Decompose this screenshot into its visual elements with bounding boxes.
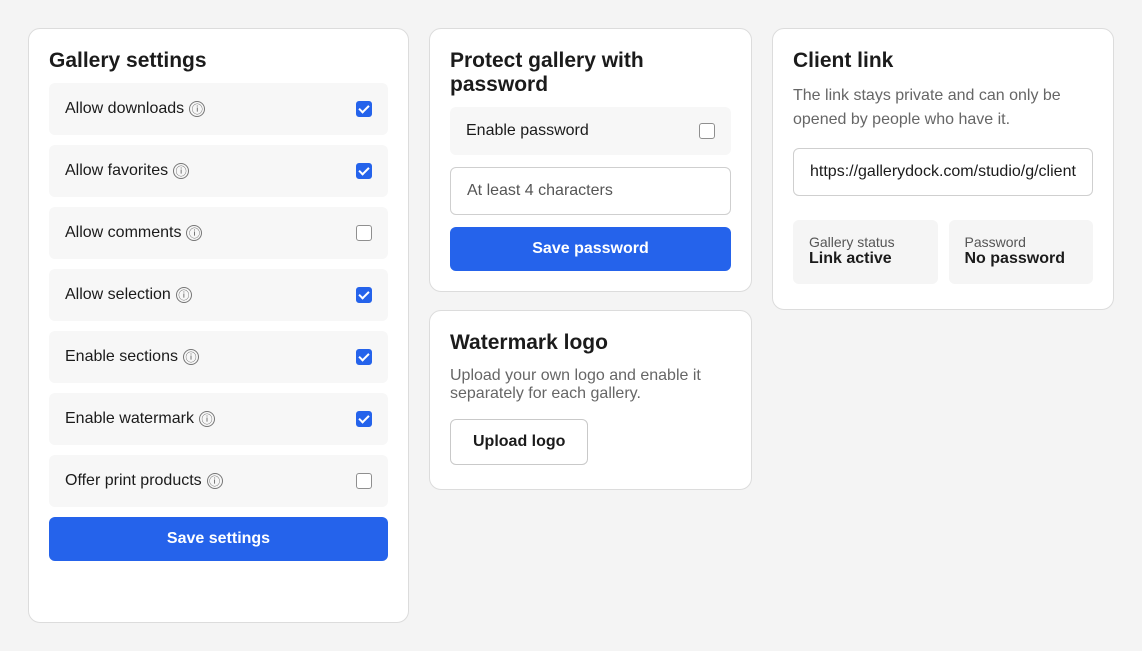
info-icon[interactable]: ⓘ bbox=[186, 225, 203, 241]
gallery-settings-title: Gallery settings bbox=[49, 49, 207, 72]
enable-sections-checkbox[interactable] bbox=[356, 349, 372, 365]
info-icon[interactable]: ⓘ bbox=[182, 349, 199, 365]
client-link-card: Client link The link stays private and c… bbox=[772, 28, 1114, 310]
setting-label: Allow selection bbox=[65, 286, 171, 303]
info-icon[interactable]: ⓘ bbox=[175, 287, 192, 303]
setting-row-enable-sections: Enable sections ⓘ bbox=[49, 331, 388, 383]
setting-label: Allow downloads bbox=[65, 100, 185, 117]
password-status-value: No password bbox=[964, 250, 1065, 267]
watermark-card-title: Watermark logo bbox=[450, 331, 608, 354]
enable-password-checkbox[interactable] bbox=[699, 123, 715, 139]
setting-row-offer-print-products: Offer print products ⓘ bbox=[49, 455, 388, 507]
setting-row-allow-selection: Allow selection ⓘ bbox=[49, 269, 388, 321]
setting-label: Enable sections bbox=[65, 348, 178, 365]
info-icon[interactable]: ⓘ bbox=[198, 411, 215, 427]
gallery-status-label: Gallery status bbox=[809, 234, 895, 250]
allow-downloads-checkbox[interactable] bbox=[356, 101, 372, 117]
password-status-box: Password No password bbox=[948, 220, 1093, 284]
watermark-description: Upload your own logo and enable it separ… bbox=[450, 367, 701, 402]
setting-label: Enable watermark bbox=[65, 410, 194, 427]
password-input[interactable] bbox=[450, 167, 731, 215]
info-icon[interactable]: ⓘ bbox=[189, 101, 206, 117]
enable-watermark-checkbox[interactable] bbox=[356, 411, 372, 427]
client-link-stats: Gallery status Link active Password No p… bbox=[793, 220, 1093, 284]
enable-password-row: Enable password bbox=[450, 107, 731, 155]
enable-password-label: Enable password bbox=[466, 122, 589, 139]
allow-comments-checkbox[interactable] bbox=[356, 225, 372, 241]
allow-selection-checkbox[interactable] bbox=[356, 287, 372, 303]
setting-row-allow-favorites: Allow favorites ⓘ bbox=[49, 145, 388, 197]
password-card-title: Protect gallery with password bbox=[450, 49, 644, 96]
client-link-title: Client link bbox=[793, 49, 894, 72]
password-status-label: Password bbox=[964, 234, 1026, 250]
setting-row-allow-comments: Allow comments ⓘ bbox=[49, 207, 388, 259]
gallery-settings-card: Gallery settings Allow downloads ⓘ Allow… bbox=[28, 28, 409, 623]
offer-print-products-checkbox[interactable] bbox=[356, 473, 372, 489]
watermark-card: Watermark logo Upload your own logo and … bbox=[429, 310, 752, 490]
save-password-button[interactable]: Save password bbox=[450, 227, 731, 271]
setting-label: Allow favorites bbox=[65, 162, 169, 179]
password-card: Protect gallery with password Enable pas… bbox=[429, 28, 752, 292]
gallery-status-box: Gallery status Link active bbox=[793, 220, 938, 284]
upload-logo-button[interactable]: Upload logo bbox=[450, 419, 589, 465]
client-link-description: The link stays private and can only be o… bbox=[793, 87, 1061, 128]
setting-label: Offer print products bbox=[65, 472, 202, 489]
gallery-status-value: Link active bbox=[809, 250, 892, 267]
setting-row-enable-watermark: Enable watermark ⓘ bbox=[49, 393, 388, 445]
info-icon[interactable]: ⓘ bbox=[206, 473, 223, 489]
info-icon[interactable]: ⓘ bbox=[173, 163, 190, 179]
save-settings-button[interactable]: Save settings bbox=[49, 517, 388, 561]
setting-row-allow-downloads: Allow downloads ⓘ bbox=[49, 83, 388, 135]
client-link-url-field[interactable]: https://gallerydock.com/studio/g/client bbox=[793, 148, 1093, 196]
allow-favorites-checkbox[interactable] bbox=[356, 163, 372, 179]
setting-label: Allow comments bbox=[65, 224, 182, 241]
